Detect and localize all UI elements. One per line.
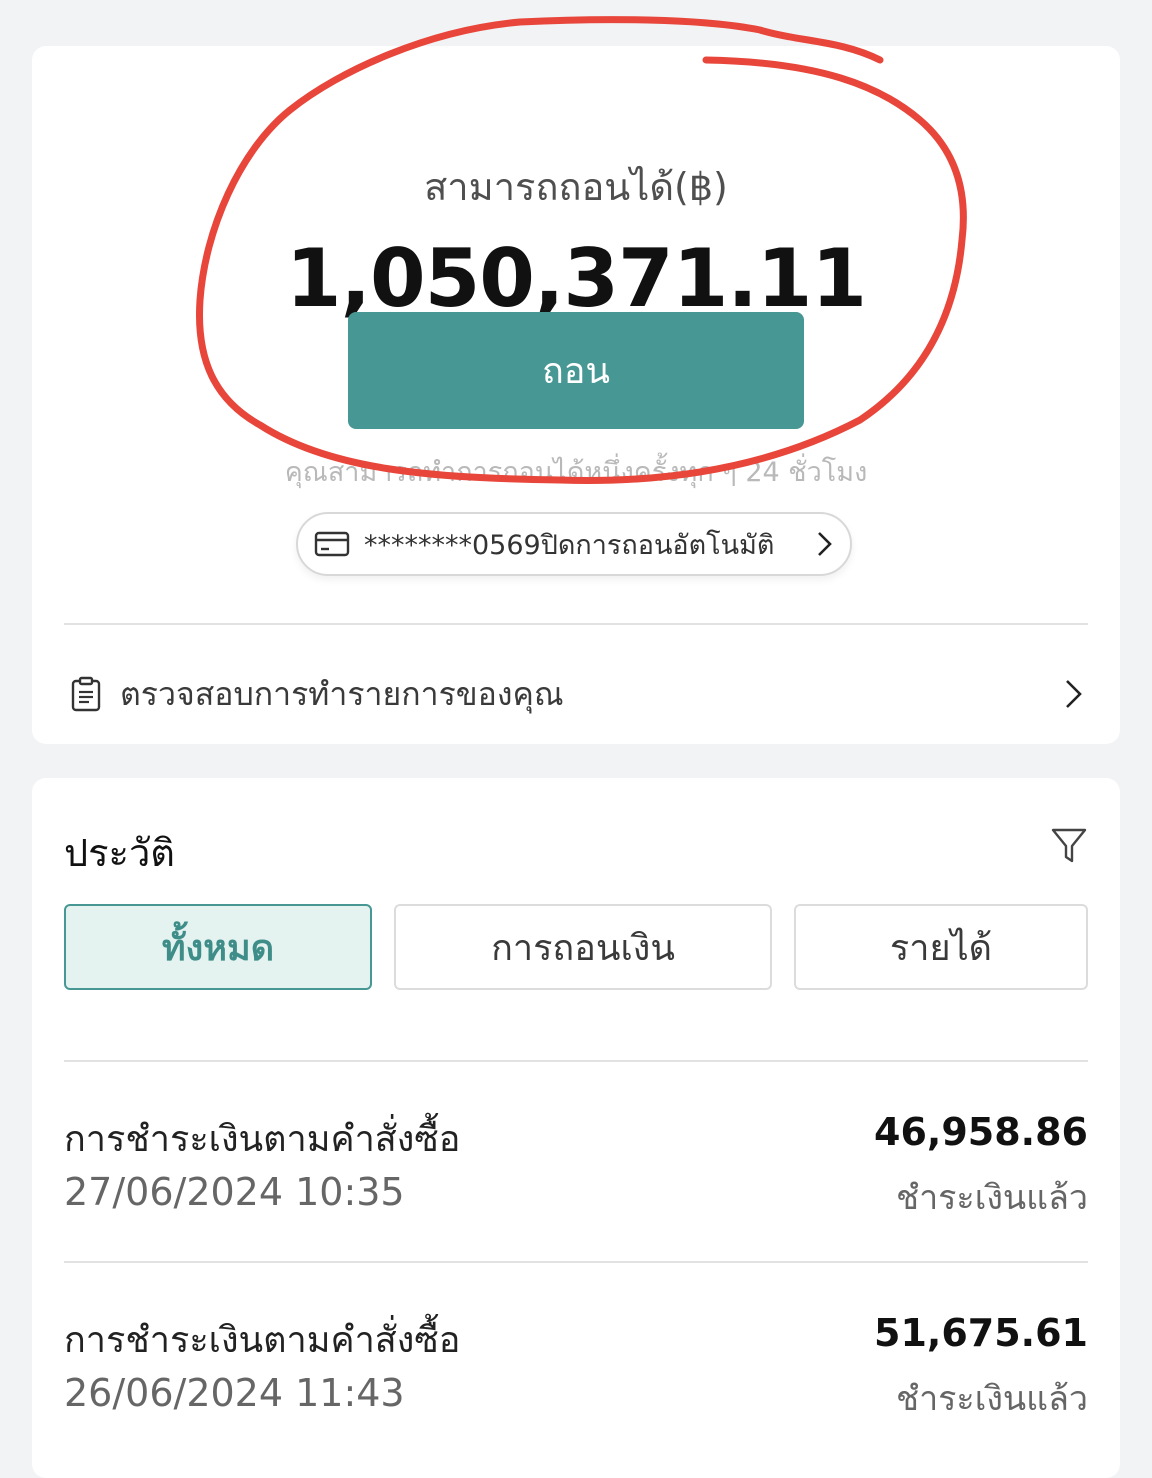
transaction-status: ชำระเงินแล้ว bbox=[896, 1379, 1088, 1419]
transaction-title: การชำระเงินตามคำสั่งซื้อ bbox=[64, 1119, 461, 1160]
transaction-row[interactable]: การชำระเงินตามคำสั่งซื้อ 27/06/2024 10:3… bbox=[64, 1110, 1088, 1230]
transaction-date: 27/06/2024 10:35 bbox=[64, 1170, 405, 1214]
tab-income[interactable]: รายได้ bbox=[794, 904, 1088, 990]
transaction-amount: 46,958.86 bbox=[874, 1110, 1088, 1154]
bank-account-text: ********0569ปิดการถอนอัตโนมัติ bbox=[364, 529, 775, 561]
check-transactions-label: ตรวจสอบการทำรายการของคุณ bbox=[120, 674, 564, 713]
balance-card: สามารถถอนได้(฿) 1,050,371.11 ถอน คุณสามา… bbox=[32, 46, 1120, 744]
tab-withdrawals[interactable]: การถอนเงิน bbox=[394, 904, 772, 990]
transaction-title: การชำระเงินตามคำสั่งซื้อ bbox=[64, 1320, 461, 1361]
transaction-row[interactable]: การชำระเงินตามคำสั่งซื้อ 26/06/2024 11:4… bbox=[64, 1311, 1088, 1431]
divider bbox=[64, 1060, 1088, 1062]
credit-card-icon bbox=[314, 531, 350, 557]
withdraw-button[interactable]: ถอน bbox=[348, 312, 804, 429]
balance-label: สามารถถอนได้(฿) bbox=[424, 165, 728, 209]
history-title: ประวัติ bbox=[64, 831, 175, 875]
bank-account-pill[interactable]: ********0569ปิดการถอนอัตโนมัติ bbox=[296, 512, 852, 576]
divider bbox=[64, 623, 1088, 625]
tab-all[interactable]: ทั้งหมด bbox=[64, 904, 372, 990]
withdraw-note: คุณสามารถทำการถอนได้หนึ่งครั้งทุก ๆ 24 ช… bbox=[284, 457, 868, 488]
transaction-status: ชำระเงินแล้ว bbox=[896, 1178, 1088, 1218]
transaction-amount: 51,675.61 bbox=[874, 1311, 1088, 1355]
filter-icon[interactable] bbox=[1050, 826, 1088, 866]
chevron-right-icon bbox=[1066, 680, 1082, 708]
transaction-date: 26/06/2024 11:43 bbox=[64, 1371, 405, 1415]
clipboard-icon bbox=[71, 676, 101, 712]
check-transactions-row[interactable]: ตรวจสอบการทำรายการของคุณ bbox=[64, 656, 1088, 732]
chevron-right-icon bbox=[818, 532, 832, 556]
history-card: ประวัติ ทั้งหมด การถอนเงิน รายได้ การชำร… bbox=[32, 778, 1120, 1478]
divider bbox=[64, 1261, 1088, 1263]
